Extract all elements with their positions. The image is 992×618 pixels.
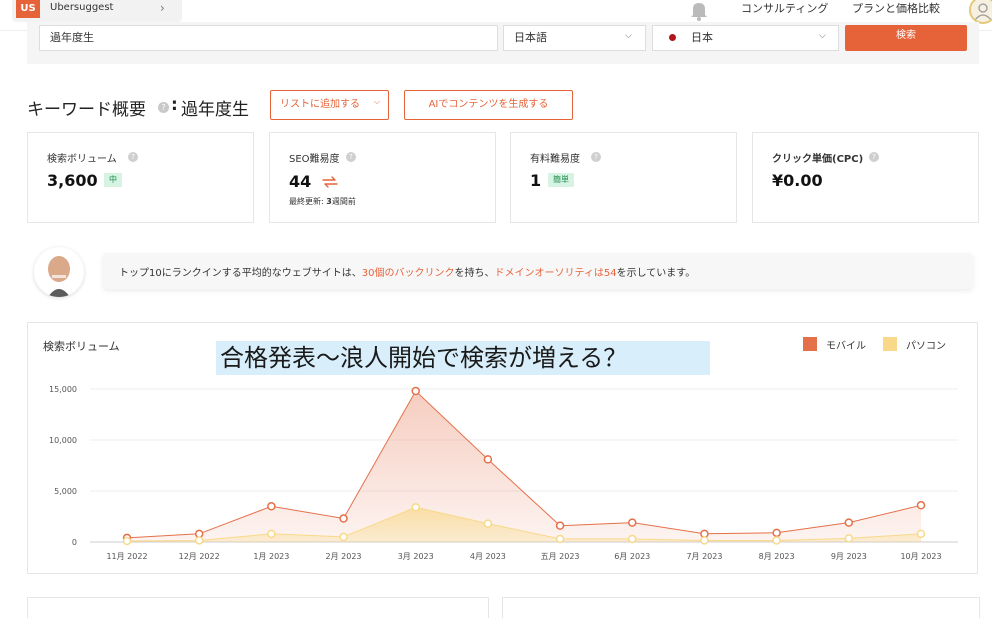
data-point-desktop	[916, 529, 926, 539]
data-point-desktop	[483, 519, 493, 528]
x-tick-label: 4月 2023	[470, 552, 506, 561]
x-tick-label: 11月 2022	[106, 552, 147, 561]
x-tick-label: 五月 2023	[541, 552, 580, 561]
y-tick-label: 0	[72, 538, 77, 547]
x-tick-label: 6月 2023	[614, 552, 650, 561]
data-point-mobile	[628, 518, 637, 527]
bottom-card-right	[502, 597, 980, 618]
x-tick-label: 3月 2023	[398, 552, 434, 561]
y-tick-label: 15,000	[49, 385, 77, 394]
search-volume-chart: 0 5,000 10,000 15,000 11月 2022 12月 2022 1月 202…	[49, 385, 958, 561]
data-point-desktop	[122, 536, 132, 546]
data-point-mobile	[916, 501, 926, 510]
data-point-mobile	[483, 455, 493, 464]
y-tick-label: 10,000	[49, 436, 77, 445]
x-tick-label: 1月 2023	[253, 552, 289, 561]
data-point-desktop	[339, 532, 348, 542]
data-point-mobile	[267, 502, 276, 511]
bottom-card-left	[27, 597, 489, 618]
x-tick-label: 12月 2022	[179, 552, 220, 561]
x-tick-label: 7月 2023	[686, 552, 722, 561]
data-point-desktop	[411, 503, 420, 512]
x-tick-label: 10月 2023	[900, 552, 941, 561]
x-tick-label: 8月 2023	[759, 552, 795, 561]
data-point-desktop	[700, 536, 709, 545]
data-point-mobile	[844, 518, 854, 527]
data-point-mobile	[772, 528, 781, 538]
data-point-mobile	[411, 386, 420, 396]
series-area-mobile	[127, 391, 921, 542]
y-tick-label: 5,000	[54, 487, 77, 496]
annotation-overlay: 合格発表〜浪人開始で検索が増える？	[216, 341, 710, 375]
data-point-desktop	[194, 536, 204, 545]
data-point-mobile	[339, 514, 348, 523]
data-point-desktop	[772, 536, 781, 545]
x-tick-label: 9月 2023	[831, 552, 867, 561]
data-point-desktop	[267, 529, 276, 539]
x-tick-label: 2月 2023	[326, 552, 362, 561]
data-point-desktop	[555, 534, 565, 544]
data-point-desktop	[628, 534, 637, 544]
data-point-mobile	[555, 521, 565, 530]
data-point-desktop	[844, 534, 854, 543]
